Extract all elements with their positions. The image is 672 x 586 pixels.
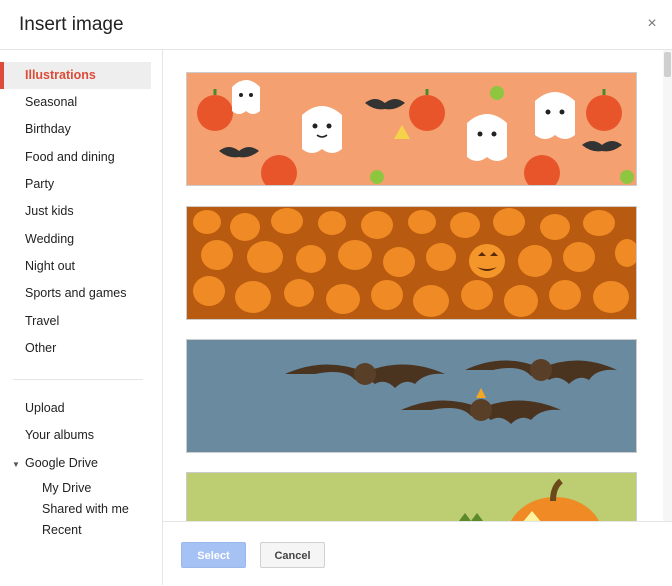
sidebar-item-illustrations[interactable]: Illustrations: [0, 62, 151, 89]
image-thumbnail-bats[interactable]: [186, 339, 637, 453]
sidebar-item-recent[interactable]: Recent: [42, 522, 82, 538]
dialog-header: Insert image ×: [0, 0, 672, 50]
sidebar-item-party[interactable]: Party: [0, 171, 151, 198]
select-button[interactable]: Select: [181, 542, 246, 568]
sidebar-item-travel[interactable]: Travel: [0, 308, 151, 335]
cancel-button[interactable]: Cancel: [260, 542, 325, 568]
expand-arrow-icon[interactable]: ▼: [12, 460, 20, 469]
sidebar-item-birthday[interactable]: Birthday: [0, 116, 151, 143]
gallery-scrollbar[interactable]: [663, 50, 672, 521]
image-thumbnail-pumpkin-patch[interactable]: [186, 206, 637, 320]
sidebar-item-just-kids[interactable]: Just kids: [0, 198, 151, 225]
sidebar-item-shared-with-me[interactable]: Shared with me: [42, 501, 129, 517]
sidebar-item-sports-and-games[interactable]: Sports and games: [0, 280, 151, 307]
sidebar-item-google-drive[interactable]: Google Drive: [25, 455, 98, 471]
close-icon[interactable]: ×: [644, 16, 660, 32]
image-thumbnail-halloween-ghosts[interactable]: [186, 72, 637, 186]
sidebar-item-night-out[interactable]: Night out: [0, 253, 151, 280]
dialog-footer: Select Cancel: [163, 521, 672, 586]
sidebar-item-your-albums[interactable]: Your albums: [25, 427, 94, 443]
category-sidebar: Illustrations Seasonal Birthday Food and…: [0, 50, 163, 585]
sidebar-item-food-and-dining[interactable]: Food and dining: [0, 144, 151, 171]
sidebar-item-wedding[interactable]: Wedding: [0, 226, 151, 253]
sidebar-divider: [13, 379, 143, 380]
dialog-title: Insert image: [19, 14, 124, 35]
image-gallery: [163, 50, 672, 521]
sidebar-item-my-drive[interactable]: My Drive: [42, 480, 91, 496]
sidebar-item-other[interactable]: Other: [0, 335, 151, 362]
scrollbar-thumb[interactable]: [664, 52, 671, 77]
image-thumbnail-pumpkin-green[interactable]: [186, 472, 637, 521]
sidebar-item-seasonal[interactable]: Seasonal: [0, 89, 151, 116]
sidebar-item-upload[interactable]: Upload: [25, 400, 65, 416]
